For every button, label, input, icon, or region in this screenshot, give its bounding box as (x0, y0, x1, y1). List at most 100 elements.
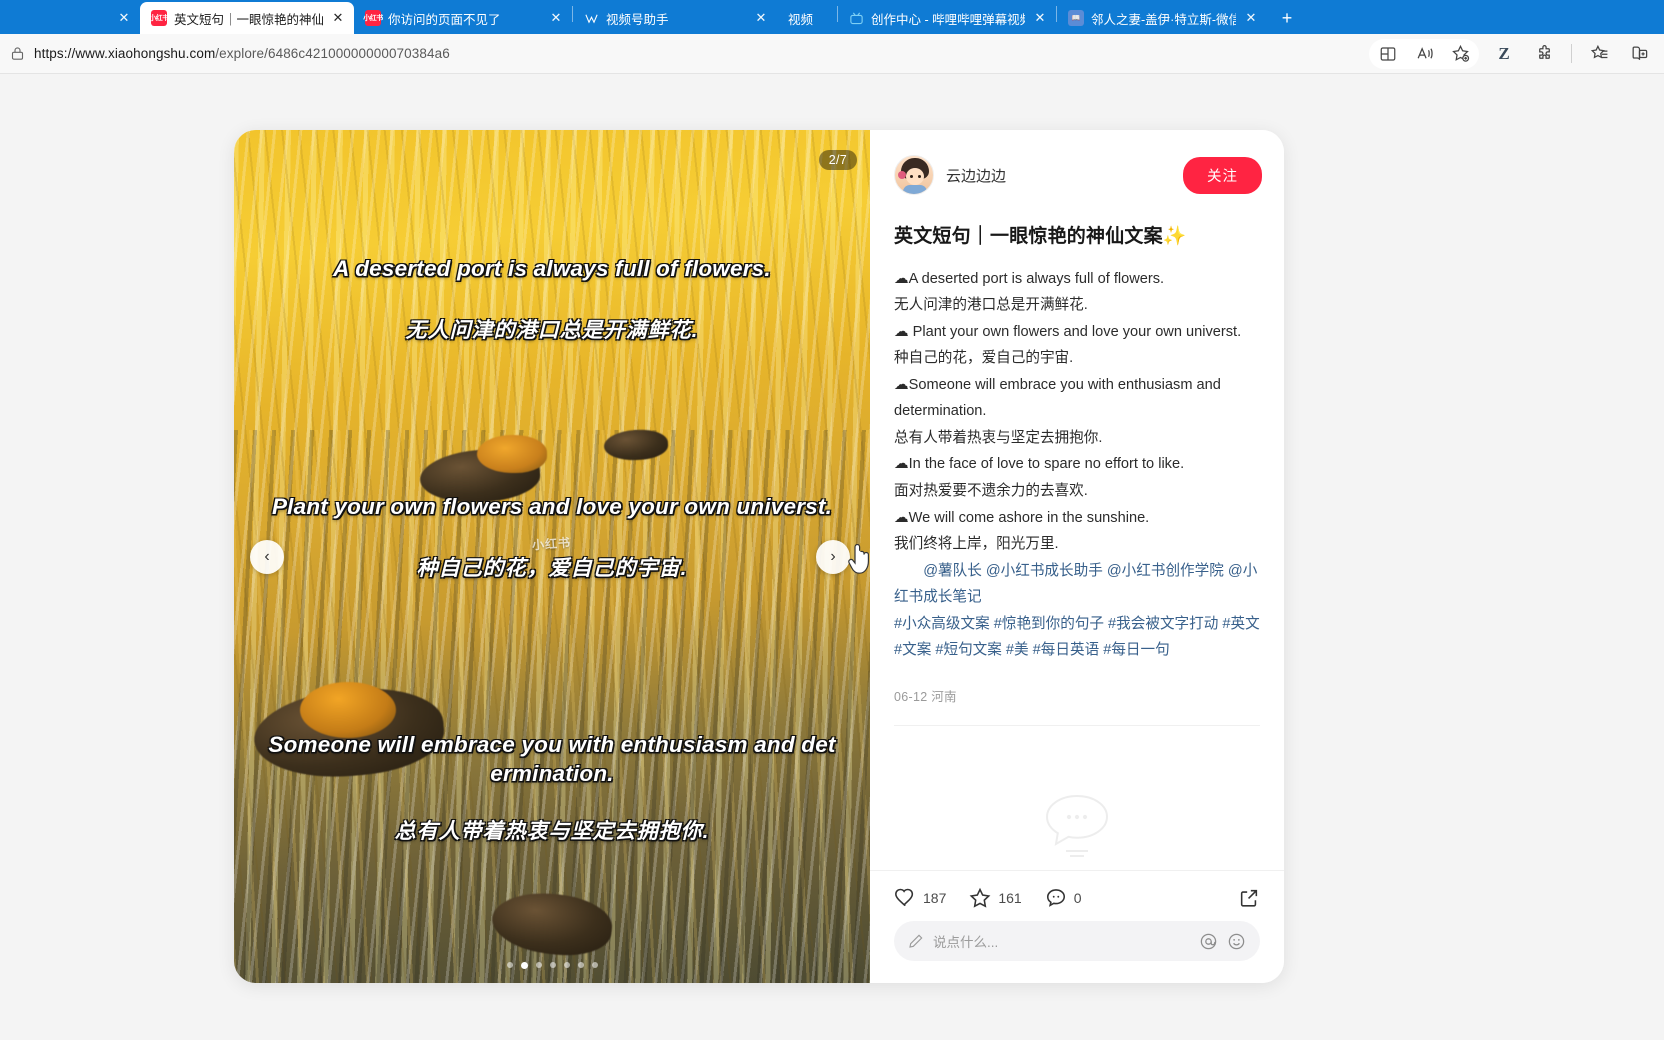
no-comments-placeholder (894, 788, 1260, 858)
tab-title: 创作中心 - 哔哩哔哩弹幕视频网 (871, 12, 1025, 27)
carousel-dot-6[interactable] (577, 962, 584, 968)
carousel-dot-1[interactable] (506, 962, 513, 968)
xiaohongshu-icon: 小红书 (149, 10, 169, 26)
zotero-connector-icon[interactable]: Z (1489, 39, 1519, 69)
carousel-dots[interactable] (234, 962, 870, 969)
browser-tab-4[interactable]: 视频 (777, 3, 837, 33)
note-body-line: ☁A deserted port is always full of flowe… (894, 270, 1165, 287)
comment-icon[interactable] (1045, 887, 1067, 909)
overlay-line-cn-3: 总有人带着热衷与坚定去拥抱你. (394, 820, 710, 843)
note-detail-card: A deserted port is always full of flower… (234, 130, 1284, 983)
author-name[interactable]: 云边边边 (946, 165, 1171, 186)
page-indicator-badge: 2/7 (818, 150, 857, 170)
xiaohongshu-icon: 小红书 (363, 10, 383, 26)
address-input[interactable]: https://www.xiaohongshu.com/explore/6486… (8, 39, 1365, 69)
mention-icon[interactable] (1199, 932, 1218, 951)
note-body-line: 面对热爱要不遗余力的去喜欢. (894, 482, 1088, 499)
note-image-carousel[interactable]: A deserted port is always full of flower… (234, 130, 870, 983)
url-path: /explore/6486c42100000000070384a6 (215, 46, 450, 61)
carousel-next-button[interactable]: › (816, 539, 850, 574)
avatar-face (906, 168, 924, 185)
note-body-line: ☁In the face of love to spare no effort … (894, 456, 1185, 473)
section-divider (894, 724, 1260, 726)
note-body-line: 无人问津的港口总是开满鲜花. (894, 297, 1088, 314)
browser-window: ✕ 小红书 英文短句｜一眼惊艳的神仙文案✨ ✕ 小红书 你访问的页面不见了 ✕ … (0, 0, 1664, 1040)
read-aloud-icon[interactable] (1409, 39, 1439, 69)
page-info-icon[interactable] (10, 46, 25, 61)
emoji-icon[interactable] (1227, 932, 1246, 951)
tab-close-icon[interactable]: ✕ (116, 10, 132, 26)
carousel-dot-3[interactable] (535, 962, 542, 968)
note-body-line: ☁ Plant your own flowers and love your o… (894, 323, 1242, 340)
overlay-line-en-2: Plant your own flowers and love your own… (271, 494, 833, 519)
carousel-dot-7[interactable] (591, 962, 598, 968)
favorites-icon[interactable] (1584, 39, 1614, 69)
note-hashtags[interactable]: #小众高级文案 #惊艳到你的句子 #我会被文字打动 #英文 #文案 #短句文案 … (894, 611, 1260, 664)
pencil-icon (908, 933, 924, 949)
new-tab-button[interactable]: + (1273, 4, 1301, 32)
empty-comment-icon (1045, 794, 1109, 857)
carousel-prev-button[interactable]: ‹ (250, 539, 284, 574)
collect-action[interactable]: 161 (969, 887, 1022, 909)
note-content-panel: 云边边边 关注 英文短句｜一眼惊艳的神仙文案✨ ☁A deserted port… (870, 130, 1284, 983)
add-favorite-icon[interactable] (1445, 39, 1475, 69)
browser-tab-6[interactable]: 📖 邻人之妻-盖伊·特立斯-微信读书 ✕ (1057, 3, 1267, 33)
avatar-body (903, 185, 927, 194)
tab-close-icon[interactable]: ✕ (330, 10, 346, 26)
note-scroll-area[interactable]: 英文短句｜一眼惊艳的神仙文案✨ ☁A deserted port is alwa… (870, 195, 1284, 870)
tab-close-icon[interactable]: ✕ (1032, 10, 1048, 26)
bilibili-icon (850, 12, 863, 24)
carousel-dot-5[interactable] (563, 962, 570, 968)
page-viewport: A deserted port is always full of flower… (0, 74, 1664, 1040)
note-body-line: 总有人带着热衷与坚定去拥抱你. (894, 429, 1103, 446)
tab-title: 视频 (788, 12, 814, 27)
share-action[interactable] (1238, 887, 1260, 909)
overlay-line-en-1: A deserted port is always full of flower… (333, 256, 771, 281)
avatar[interactable] (894, 155, 934, 195)
like-action[interactable]: 187 (894, 887, 946, 909)
carousel-dot-2[interactable] (520, 962, 528, 969)
comment-input-box[interactable]: 说点什么... (894, 921, 1260, 961)
star-icon[interactable] (969, 887, 991, 909)
note-date-location: 06-12 河南 (894, 689, 957, 704)
tab-close-icon[interactable]: ✕ (548, 10, 564, 26)
avatar-flower (898, 171, 906, 179)
browser-tab-3[interactable]: 视频号助手 ✕ (573, 3, 777, 33)
browser-tab-1[interactable]: 小红书 英文短句｜一眼惊艳的神仙文案✨ ✕ (140, 2, 354, 34)
tab-close-icon[interactable]: ✕ (1243, 10, 1259, 26)
comment-count: 0 (1073, 890, 1082, 906)
share-icon[interactable] (1238, 887, 1260, 909)
duck-shape (477, 435, 547, 473)
extensions-icon[interactable] (1529, 39, 1559, 69)
browser-tab-2[interactable]: 小红书 你访问的页面不见了 ✕ (354, 3, 572, 33)
tab-title: 英文短句｜一眼惊艳的神仙文案✨ (174, 12, 323, 27)
note-body-line: ☁We will come ashore in the sunshine. (894, 509, 1150, 526)
tab-strip: ✕ 小红书 英文短句｜一眼惊艳的神仙文案✨ ✕ 小红书 你访问的页面不见了 ✕ … (0, 0, 1664, 34)
like-count: 187 (923, 890, 947, 906)
split-screen-icon[interactable] (1373, 39, 1403, 69)
avatar-eye (910, 175, 913, 178)
follow-button[interactable]: 关注 (1183, 156, 1262, 194)
engagement-bar: 187 161 0 (870, 870, 1284, 921)
url-text: https://www.xiaohongshu.com/explore/6486… (34, 46, 450, 61)
browser-toolbar: Z (1369, 38, 1656, 69)
overlay-line-cn-1: 无人问津的港口总是开满鲜花. (405, 319, 699, 342)
tab-close-icon[interactable]: ✕ (753, 10, 769, 26)
overlay-line-cn-2: 种自己的花，爱自己的宇宙. (416, 557, 688, 580)
note-body-line: ☁Someone will embrace you with enthusias… (894, 376, 1221, 420)
overlay-line-en-3: Someone will embrace you with enthusiasm… (268, 732, 836, 787)
toolbar-divider (1571, 44, 1572, 63)
browser-tab-5[interactable]: 创作中心 - 哔哩哔哩弹幕视频网 ✕ (838, 3, 1056, 33)
address-bar: https://www.xiaohongshu.com/explore/6486… (0, 34, 1664, 74)
comment-composer: 说点什么... (870, 921, 1284, 983)
collections-icon[interactable] (1624, 39, 1654, 69)
tab-title: 邻人之妻-盖伊·特立斯-微信读书 (1091, 12, 1236, 27)
comment-action[interactable]: 0 (1045, 887, 1082, 909)
heart-icon[interactable] (894, 887, 916, 909)
note-mentions[interactable]: @薯队长 @小红书成长助手 @小红书创作学院 @小红书成长笔记 (894, 558, 1260, 611)
carousel-dot-4[interactable] (549, 962, 556, 968)
note-body: ☁A deserted port is always full of flowe… (894, 266, 1260, 664)
tab-title: 你访问的页面不见了 (388, 12, 501, 27)
note-title: 英文短句｜一眼惊艳的神仙文案✨ (894, 226, 1187, 247)
browser-tab-0[interactable]: ✕ (0, 3, 140, 33)
